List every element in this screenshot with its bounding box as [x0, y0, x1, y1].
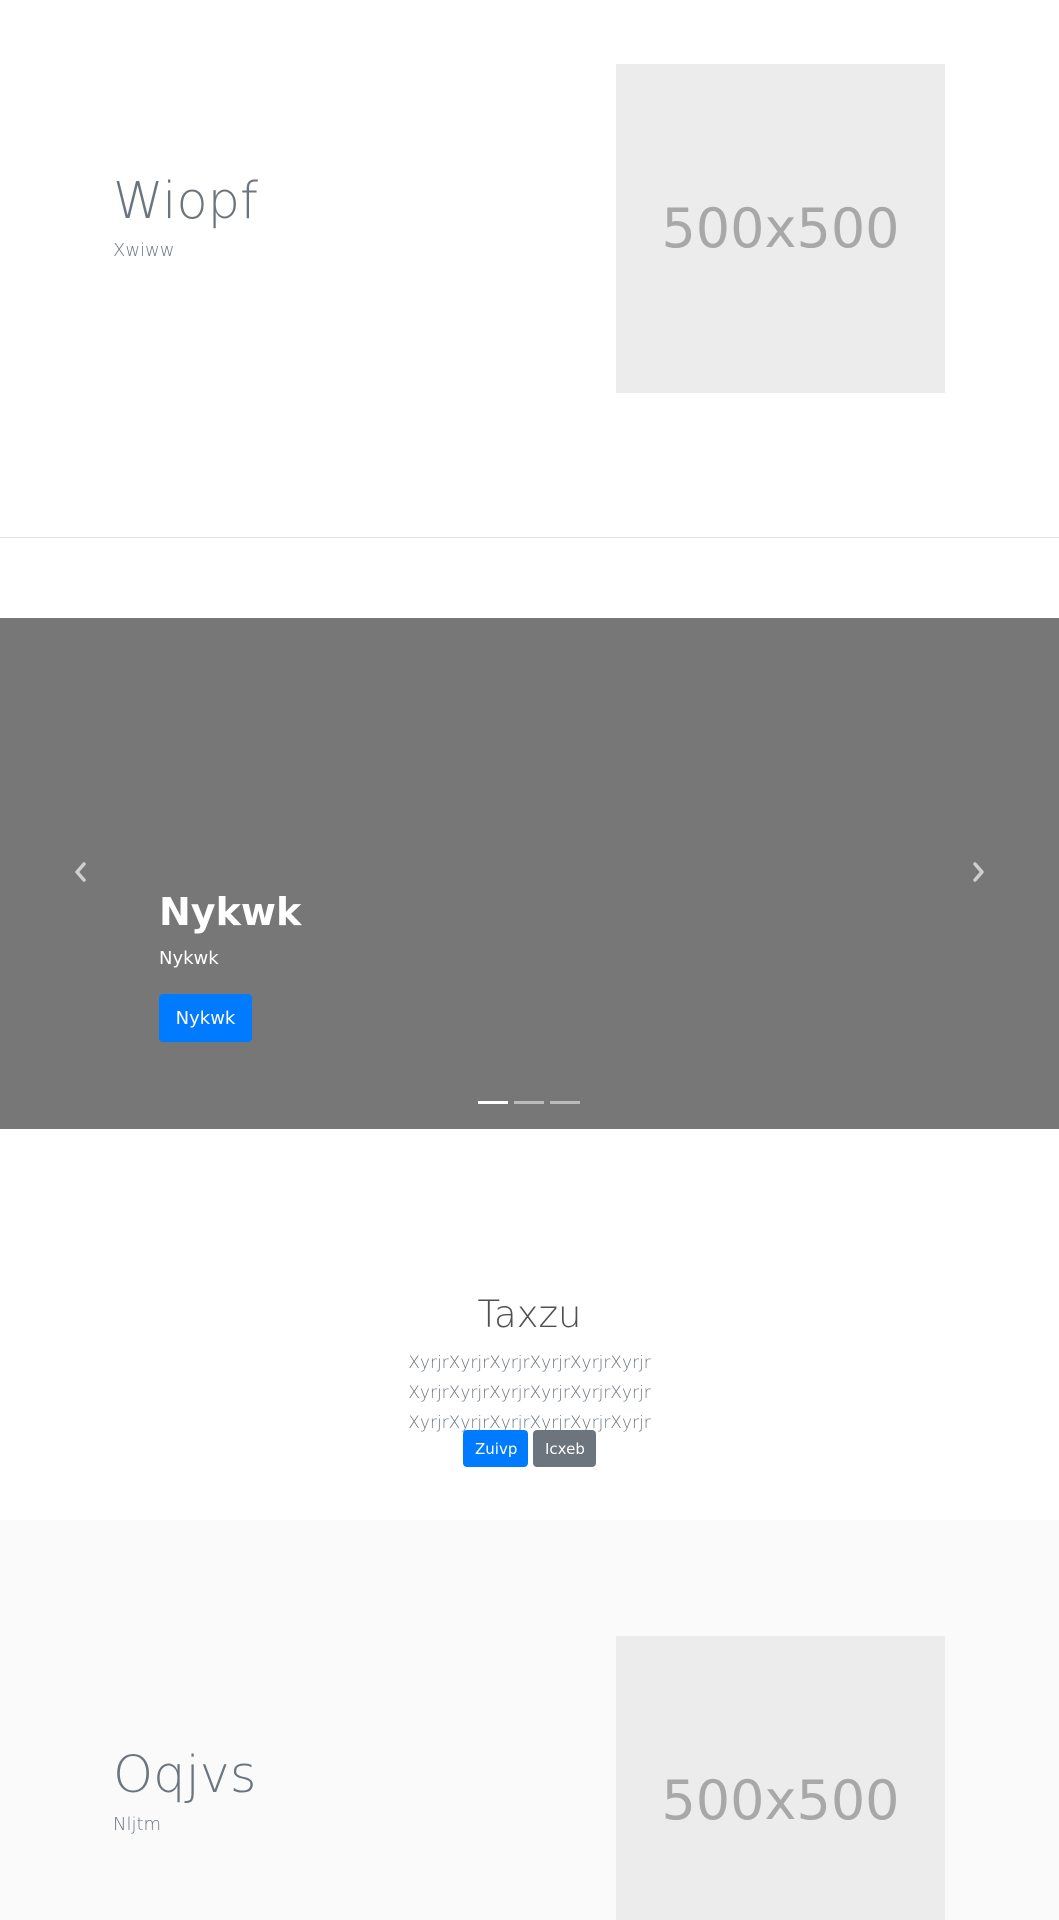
- carousel-indicator-3[interactable]: [550, 1101, 580, 1104]
- jumbotron-section: Taxzu XyrjrXyrjrXyrjrXyrjrXyrjrXyrjr Xyr…: [0, 1129, 1059, 1520]
- carousel-indicators: [478, 1101, 580, 1104]
- feature-title: Oqjvs: [113, 1746, 257, 1805]
- carousel-next-button[interactable]: [949, 618, 1009, 1129]
- placeholder-image-label: 500x500: [661, 1769, 900, 1832]
- carousel-caption-text: Nykwk: [159, 948, 219, 969]
- section-divider: [0, 537, 1059, 538]
- carousel-indicator-2[interactable]: [514, 1101, 544, 1104]
- carousel-caption-button[interactable]: Nykwk: [159, 994, 252, 1042]
- secondary-button[interactable]: Icxeb: [533, 1430, 596, 1467]
- jumbotron-button-row: Zuivp Icxeb: [0, 1430, 1059, 1467]
- chevron-right-icon-svg: [973, 861, 984, 882]
- placeholder-image: 500x500: [616, 64, 945, 393]
- carousel-prev-button[interactable]: [50, 618, 110, 1129]
- jumbotron-heading: Taxzu: [477, 1293, 582, 1336]
- placeholder-image: 500x500: [616, 1636, 945, 1920]
- chevron-left-icon: [73, 861, 87, 887]
- primary-button[interactable]: Zuivp: [463, 1430, 528, 1467]
- jumbotron-lead: XyrjrXyrjrXyrjrXyrjrXyrjrXyrjr XyrjrXyrj…: [408, 1353, 651, 1433]
- placeholder-image-label: 500x500: [661, 197, 900, 260]
- chevron-right-icon: [972, 861, 986, 887]
- page: Wiopf Xwiww 500x500 Nykwk Nykwk Nykwk Ta…: [0, 0, 1059, 1920]
- carousel: Nykwk Nykwk Nykwk: [0, 618, 1059, 1129]
- carousel-indicator-1[interactable]: [478, 1101, 508, 1104]
- feature-section-bottom: Oqjvs Nljtm 500x500: [0, 1520, 1059, 1920]
- feature-subtitle: Xwiww: [113, 240, 175, 261]
- feature-section-top: Wiopf Xwiww 500x500: [0, 0, 1059, 537]
- feature-title: Wiopf: [113, 172, 259, 231]
- feature-subtitle: Nljtm: [113, 1814, 162, 1835]
- chevron-left-icon-svg: [75, 861, 86, 882]
- carousel-caption-title: Nykwk: [159, 890, 302, 934]
